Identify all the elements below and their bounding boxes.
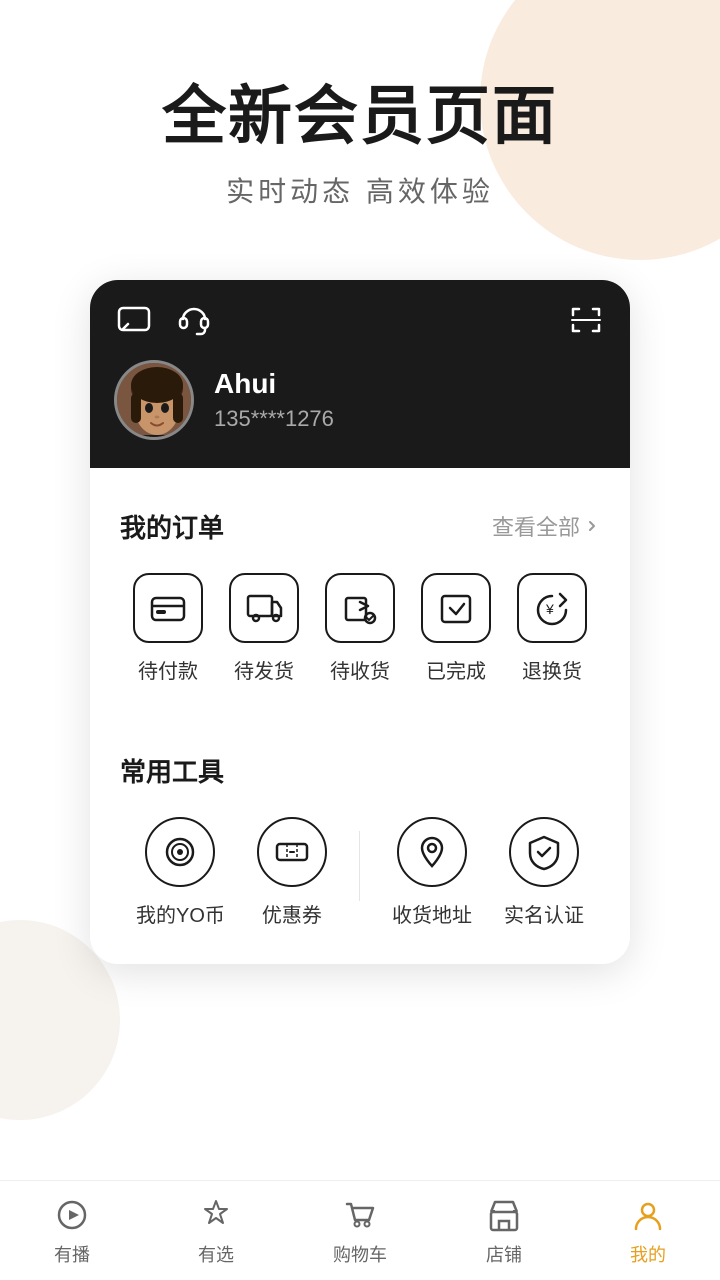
page-content: 全新会员页面 实时动态 高效体验: [0, 0, 720, 1064]
orders-card: 我的订单 查看全部: [90, 480, 630, 712]
hero-subtitle: 实时动态 高效体验: [40, 170, 680, 210]
nav-item-live[interactable]: 有播: [22, 1195, 122, 1267]
completed-icon-wrap: [421, 573, 491, 643]
completed-label: 已完成: [426, 655, 486, 684]
coupons-icon: [273, 833, 311, 871]
tool-item-yo-coins[interactable]: 我的YO币: [136, 817, 225, 928]
tools-card: 常用工具 我的YO币: [90, 724, 630, 964]
tool-divider: [359, 831, 360, 901]
pending-receipt-label: 待收货: [330, 655, 390, 684]
order-item-completed[interactable]: 已完成: [421, 573, 491, 684]
profile-icons-row: [114, 300, 606, 340]
message-icon: [117, 303, 151, 337]
returns-icon: ¥: [532, 588, 572, 628]
profile-user-row: Ahui 135****1276: [114, 360, 606, 440]
yo-coins-label: 我的YO币: [136, 899, 225, 928]
nav-item-select[interactable]: 有选: [166, 1195, 266, 1267]
svg-text:¥: ¥: [545, 601, 554, 617]
nav-item-cart[interactable]: 购物车: [310, 1195, 410, 1267]
pending-payment-icon-wrap: [133, 573, 203, 643]
tool-item-coupons[interactable]: 优惠券: [257, 817, 327, 928]
view-all-link[interactable]: 查看全部: [492, 510, 600, 542]
order-item-returns[interactable]: ¥ 退换货: [517, 573, 587, 684]
headset-icon-btn[interactable]: [174, 300, 214, 340]
returns-icon-wrap: ¥: [517, 573, 587, 643]
mine-label: 我的: [630, 1241, 666, 1267]
order-item-pending-payment[interactable]: 待付款: [133, 573, 203, 684]
bottom-nav: 有播 有选 购物车: [0, 1180, 720, 1280]
user-phone: 135****1276: [214, 406, 334, 432]
mine-icon: [628, 1195, 668, 1235]
store-icon: [484, 1195, 524, 1235]
order-item-pending-receipt[interactable]: 待收货: [325, 573, 395, 684]
returns-label: 退换货: [522, 655, 582, 684]
real-name-icon: [525, 833, 563, 871]
tools-section-header: 常用工具: [120, 752, 600, 789]
order-item-pending-shipment[interactable]: 待发货: [229, 573, 299, 684]
hero-title: 全新会员页面: [40, 80, 680, 154]
pending-receipt-icon: [340, 588, 380, 628]
completed-icon: [436, 588, 476, 628]
tools-grid: 我的YO币 优惠券: [120, 817, 600, 928]
orders-section-header: 我的订单 查看全部: [120, 508, 600, 545]
tools-title: 常用工具: [120, 752, 224, 789]
live-icon: [52, 1195, 92, 1235]
yo-coins-icon: [161, 833, 199, 871]
cart-icon: [340, 1195, 380, 1235]
profile-header: Ahui 135****1276: [90, 280, 630, 468]
real-name-label: 实名认证: [504, 899, 584, 928]
address-label: 收货地址: [392, 899, 472, 928]
scan-icon-btn[interactable]: [566, 300, 606, 340]
chevron-right-icon: [584, 518, 600, 534]
yo-coins-icon-wrap: [145, 817, 215, 887]
orders-title: 我的订单: [120, 508, 224, 545]
tool-item-address[interactable]: 收货地址: [392, 817, 472, 928]
message-icon-btn[interactable]: [114, 300, 154, 340]
pending-shipment-icon: [244, 588, 284, 628]
address-icon-wrap: [397, 817, 467, 887]
pending-shipment-icon-wrap: [229, 573, 299, 643]
cart-label: 购物车: [333, 1241, 387, 1267]
pending-receipt-icon-wrap: [325, 573, 395, 643]
avatar: [114, 360, 194, 440]
pending-shipment-label: 待发货: [234, 655, 294, 684]
nav-item-mine[interactable]: 我的: [598, 1195, 698, 1267]
live-label: 有播: [54, 1241, 90, 1267]
profile-icons-left: [114, 300, 214, 340]
coupons-label: 优惠券: [262, 899, 322, 928]
address-icon: [413, 833, 451, 871]
select-icon: [196, 1195, 236, 1235]
order-icons-row: 待付款 待发货: [120, 573, 600, 684]
scan-icon: [569, 303, 603, 337]
user-info: Ahui 135****1276: [214, 368, 334, 432]
select-label: 有选: [198, 1241, 234, 1267]
nav-item-store[interactable]: 店铺: [454, 1195, 554, 1267]
user-name: Ahui: [214, 368, 334, 400]
phone-card: Ahui 135****1276 我的订单 查看全部: [90, 280, 630, 964]
store-label: 店铺: [486, 1241, 522, 1267]
hero-section: 全新会员页面 实时动态 高效体验: [0, 0, 720, 250]
headset-icon: [177, 303, 211, 337]
pending-payment-icon: [148, 588, 188, 628]
coupons-icon-wrap: [257, 817, 327, 887]
pending-payment-label: 待付款: [138, 655, 198, 684]
tool-item-real-name[interactable]: 实名认证: [504, 817, 584, 928]
avatar-svg: [117, 363, 194, 440]
real-name-icon-wrap: [509, 817, 579, 887]
